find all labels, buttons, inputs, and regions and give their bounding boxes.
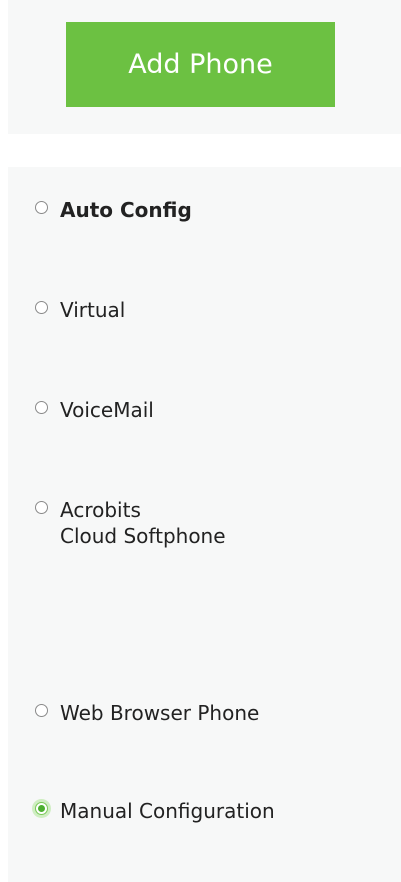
add-phone-header-panel: Add Phone: [8, 0, 401, 134]
web-browser-phone-radio[interactable]: [35, 704, 48, 717]
acrobits-label-line2: Cloud Softphone: [60, 524, 226, 548]
add-phone-page: Add Phone Auto Config Virtual VoiceMail …: [0, 0, 401, 882]
acrobits-radio[interactable]: [35, 501, 48, 514]
manual-configuration-label: Manual Configuration: [60, 799, 275, 823]
voicemail-radio[interactable]: [35, 401, 48, 414]
voicemail-label: VoiceMail: [60, 398, 154, 422]
option-virtual[interactable]: Virtual: [35, 297, 125, 323]
virtual-radio[interactable]: [35, 301, 48, 314]
manual-configuration-radio[interactable]: [35, 802, 48, 815]
option-auto-config[interactable]: Auto Config: [35, 197, 192, 223]
option-voicemail[interactable]: VoiceMail: [35, 397, 154, 423]
virtual-label: Virtual: [60, 298, 126, 322]
option-manual-configuration[interactable]: Manual Configuration: [35, 798, 275, 824]
web-browser-phone-label: Web Browser Phone: [60, 701, 260, 725]
acrobits-label: Acrobits Cloud Softphone: [60, 497, 226, 549]
option-acrobits-cloud-softphone[interactable]: Acrobits Cloud Softphone: [35, 497, 226, 549]
auto-config-label: Auto Config: [60, 198, 192, 222]
add-phone-button[interactable]: Add Phone: [66, 22, 335, 107]
acrobits-label-line1: Acrobits: [60, 498, 141, 522]
option-web-browser-phone[interactable]: Web Browser Phone: [35, 700, 259, 726]
phone-type-options: Auto Config Virtual VoiceMail Acrobits C…: [8, 167, 401, 882]
auto-config-radio[interactable]: [35, 201, 48, 214]
